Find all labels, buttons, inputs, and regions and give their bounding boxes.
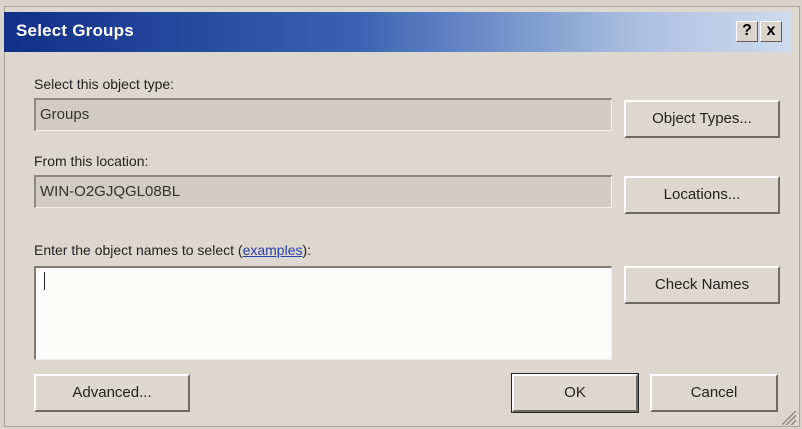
object-names-label-prefix: Enter the object names to select ( [34,242,243,258]
object-type-field: Groups [34,98,612,131]
object-names-input[interactable] [34,266,612,360]
advanced-button-label: Advanced... [72,384,152,401]
resize-grip-icon[interactable] [782,411,796,425]
ok-button[interactable]: OK [511,373,639,413]
locations-button-label: Locations... [663,186,741,203]
cancel-button-label: Cancel [690,384,738,401]
object-types-button-label: Object Types... [652,110,752,127]
dialog-title: Select Groups [16,21,134,40]
examples-link[interactable]: examples [243,242,303,258]
locations-button[interactable]: Locations... [624,176,780,214]
close-button[interactable]: x [760,21,782,42]
location-label: From this location: [34,153,149,169]
check-names-button-label: Check Names [654,276,750,293]
object-names-label-suffix: ): [302,242,312,258]
object-types-button[interactable]: Object Types... [624,100,780,138]
help-button[interactable]: ? [736,21,758,42]
title-bar[interactable]: Select Groups ? x [4,12,792,52]
object-type-label: Select this object type: [34,76,175,92]
check-names-button[interactable]: Check Names [624,266,780,304]
location-field: WIN-O2GJQGL08BL [34,175,612,208]
advanced-button[interactable]: Advanced... [34,374,190,412]
text-caret [44,272,45,290]
select-groups-dialog [4,6,800,427]
cancel-button[interactable]: Cancel [650,374,778,412]
object-names-label: Enter the object names to select (exampl… [34,242,311,258]
ok-button-label: OK [564,384,586,401]
